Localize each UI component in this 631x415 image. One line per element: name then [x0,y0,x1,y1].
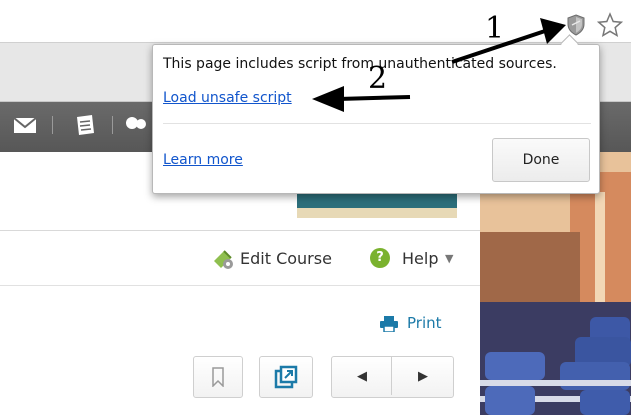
learn-more-link[interactable]: Learn more [163,152,243,168]
popout-button[interactable] [259,356,313,398]
edit-course-icon[interactable] [211,247,235,271]
popup-divider [163,123,591,124]
done-button[interactable]: Done [492,138,590,182]
browser-omnibox-bar [0,0,631,43]
next-button[interactable]: ▶ [393,357,453,397]
help-icon[interactable]: ? [370,248,390,268]
print-link[interactable]: Print [407,314,442,332]
previous-button[interactable]: ◀ [332,357,392,397]
bookmark-button[interactable] [193,356,243,398]
nav-divider [391,357,392,395]
popout-icon [274,365,298,389]
chevron-down-icon[interactable]: ▼ [445,252,453,265]
edit-course-link[interactable]: Edit Course [240,249,332,268]
toolbar-separator [112,116,113,134]
print-icon[interactable] [380,316,398,332]
help-menu[interactable]: Help [402,249,438,268]
load-unsafe-script-link[interactable]: Load unsafe script [163,90,292,106]
toolbar-separator [52,116,53,134]
chat-icon[interactable] [124,113,150,137]
star-icon[interactable] [597,12,623,38]
mail-icon[interactable] [12,113,38,137]
shield-icon[interactable] [566,14,586,36]
page-navigation: ◀ ▶ [331,356,454,398]
popup-message: This page includes script from unauthent… [163,56,557,72]
clipboard-icon[interactable] [72,113,98,137]
bookmark-icon [212,367,224,387]
